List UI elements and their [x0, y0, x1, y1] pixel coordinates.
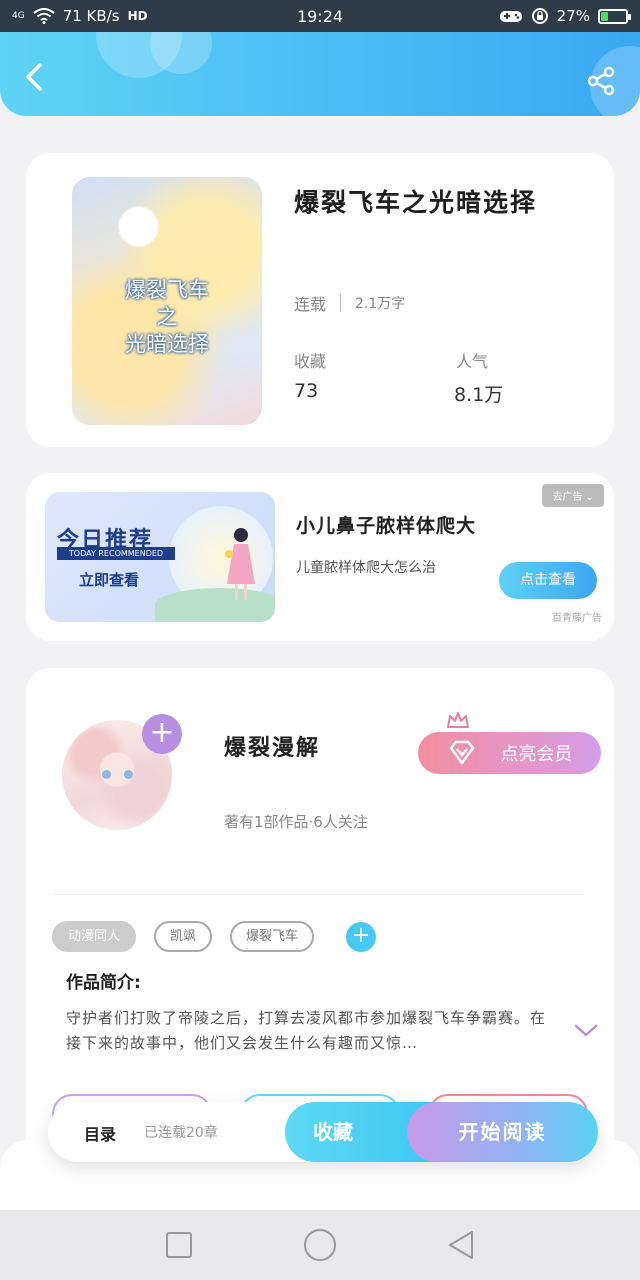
triangle-back-icon[interactable]	[447, 1230, 475, 1260]
start-reading-button[interactable]: 开始阅读	[407, 1102, 598, 1162]
section-divider	[52, 894, 584, 895]
tag-chip[interactable]: 爆裂飞车	[230, 921, 315, 952]
ad-image-subtitle: TODAY RECOMMENDED	[57, 547, 175, 560]
chevron-down-icon: ⌄	[585, 492, 594, 503]
avatar-detail	[102, 770, 111, 779]
header-bar	[0, 32, 640, 116]
wifi-icon	[33, 8, 55, 24]
girl-illustration-icon	[225, 528, 255, 600]
cover-title-line: 爆裂飞车	[125, 278, 209, 302]
system-nav-bar	[0, 1210, 640, 1280]
square-icon[interactable]	[165, 1231, 193, 1259]
tag-chip[interactable]: 凯飒	[154, 921, 213, 952]
ad-image[interactable]: 今日推荐 TODAY RECOMMENDED 立即查看	[45, 492, 275, 622]
rotation-lock-icon	[531, 8, 548, 24]
action-bar: 目录 已连载20章 收藏 开始阅读	[48, 1102, 598, 1162]
expand-intro-chevron-icon[interactable]	[574, 1024, 598, 1038]
cover-title-line: 之	[156, 305, 178, 329]
crown-icon	[447, 712, 469, 728]
remove-ad-button[interactable]: 去广告 ⌄	[542, 484, 604, 507]
follow-author-button[interactable]: +	[142, 714, 182, 754]
ad-card[interactable]: 今日推荐 TODAY RECOMMENDED 立即查看 去广告 ⌄ 小儿鼻子脓样…	[26, 473, 614, 641]
status-bar: 4G 71 KB/s HD 19:24 27%	[0, 0, 640, 32]
hd-call-icon: HD	[128, 9, 148, 23]
tag-chip[interactable]: 动漫同人	[52, 921, 137, 952]
toc-button[interactable]: 目录	[84, 1121, 116, 1145]
book-status-row: 连载 2.1万字	[294, 291, 405, 315]
remove-ad-label: 去广告	[552, 492, 583, 503]
vip-button[interactable]: 点亮会员	[418, 732, 601, 774]
ad-image-cta: 立即查看	[79, 571, 140, 589]
author-name[interactable]: 爆裂漫解	[224, 730, 320, 762]
intro-label: 作品简介:	[66, 973, 141, 993]
popularity-label: 人气	[456, 352, 489, 371]
serial-status: 连载	[294, 295, 327, 314]
cover-title-line: 光暗选择	[125, 332, 209, 356]
diamond-icon	[449, 740, 474, 765]
share-button[interactable]	[586, 66, 616, 96]
ad-cta-button[interactable]: 点击查看	[499, 562, 597, 599]
word-count: 2.1万字	[355, 296, 406, 312]
plus-icon: +	[149, 715, 175, 750]
vip-label: 点亮会员	[500, 744, 573, 765]
cover-title: 爆裂飞车 之 光暗选择	[72, 277, 262, 358]
ad-source: 百青藤广告	[552, 613, 602, 624]
tag-list: 动漫同人 凯飒 爆裂飞车 +	[52, 921, 377, 952]
favorites-count: 73	[294, 380, 319, 402]
book-title: 爆裂飞车之光暗选择	[294, 188, 538, 217]
avatar-detail	[124, 770, 133, 779]
battery-icon	[598, 8, 631, 24]
chapter-count: 已连载20章	[144, 1125, 218, 1141]
add-tag-button[interactable]: +	[346, 921, 377, 952]
plus-icon: +	[351, 922, 371, 948]
battery-fill	[601, 11, 609, 21]
book-cover[interactable]: 爆裂飞车 之 光暗选择	[72, 177, 262, 425]
net-speed: 71 KB/s	[62, 7, 120, 25]
intro-text: 守护者们打败了帝陵之后，打算去凌风都市参加爆裂飞车争霸赛。在接下来的故事中，他们…	[66, 1009, 547, 1052]
book-info-card: 爆裂飞车 之 光暗选择 爆裂飞车之光暗选择 连载 2.1万字 收藏 73 人气 …	[26, 153, 614, 447]
author-meta: 著有1部作品·6人关注	[224, 813, 368, 831]
status-divider	[340, 294, 342, 312]
ad-title[interactable]: 小儿鼻子脓样体爬大	[296, 511, 476, 538]
favorites-label: 收藏	[294, 352, 327, 371]
ad-description: 儿童脓样体爬大怎么治	[296, 560, 436, 576]
status-left: 4G 71 KB/s HD	[12, 7, 148, 25]
popularity-count: 8.1万	[454, 384, 504, 406]
back-button[interactable]	[20, 62, 50, 92]
gamepad-icon	[499, 11, 522, 22]
battery-percent: 27%	[556, 7, 590, 25]
circle-icon[interactable]	[303, 1228, 337, 1262]
status-right: 27%	[499, 7, 631, 25]
hd-label: HD	[127, 9, 148, 23]
network-type: 4G	[12, 10, 25, 21]
